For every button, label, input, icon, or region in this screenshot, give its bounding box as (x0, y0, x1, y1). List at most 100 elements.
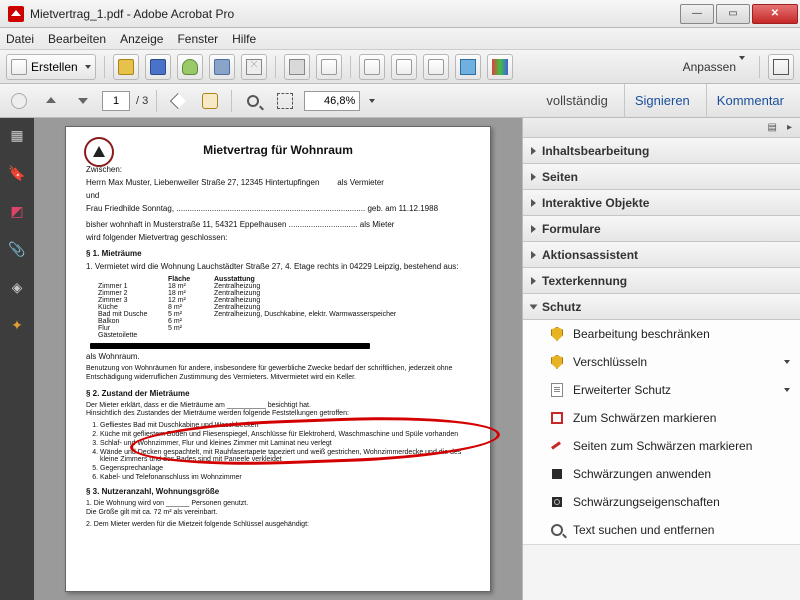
page-count-label: / 3 (136, 95, 148, 107)
edittext-button[interactable] (455, 54, 481, 80)
td: Zimmer 1 (96, 283, 166, 290)
create-button[interactable]: Erstellen (6, 54, 96, 80)
schutz-search-remove[interactable]: Text suchen und entfernen (523, 516, 800, 544)
rotate-icon (11, 93, 27, 109)
email-button[interactable] (241, 54, 267, 80)
menu-datei[interactable]: Datei (6, 32, 34, 46)
menu-bearbeiten[interactable]: Bearbeiten (48, 32, 106, 46)
td (212, 318, 412, 325)
share-button[interactable] (423, 54, 449, 80)
pane-menu-icon[interactable]: ▤ (768, 122, 777, 133)
td: 8 m² (166, 304, 212, 311)
text: Frau Friedhilde Sonntag, (86, 204, 176, 213)
highlight-button[interactable] (487, 54, 513, 80)
list-item: Gefliestes Bad mit Duschkabine und Wasch… (100, 422, 470, 429)
schutz-encrypt[interactable]: Verschlüsseln (523, 348, 800, 376)
rooms-table: Fläche Ausstattung Zimmer 118 m²Zentralh… (96, 276, 470, 339)
print-button[interactable] (209, 54, 235, 80)
text: Der Mieter erklärt, dass er die Mieträum… (86, 402, 470, 420)
td: Gästetoilette (96, 332, 166, 339)
bookmarks-tab[interactable]: 🔖 (6, 162, 28, 184)
sign-panel-button[interactable]: Signieren (624, 84, 700, 118)
separator (759, 56, 760, 78)
menu-fenster[interactable]: Fenster (177, 32, 218, 46)
schutz-apply-redactions[interactable]: Schwärzungen anwenden (523, 460, 800, 488)
save-button[interactable] (145, 54, 171, 80)
open-button[interactable] (113, 54, 139, 80)
separator (104, 56, 105, 78)
tools-dropdown[interactable]: vollständig (536, 84, 617, 118)
th: Ausstattung (212, 276, 412, 283)
select-tool[interactable] (165, 88, 191, 114)
tools-label: vollständig (546, 93, 607, 108)
hand-tool[interactable] (197, 88, 223, 114)
webcapture-button[interactable] (316, 54, 342, 80)
row-label: Schwärzungen anwenden (573, 467, 711, 481)
accordion-formulare[interactable]: Formulare (523, 216, 800, 242)
chevron-right-icon (531, 225, 536, 233)
list-item: Gegensprechanlage (100, 465, 470, 472)
customize-button[interactable]: Anpassen (683, 60, 745, 74)
minimize-button[interactable]: — (680, 4, 714, 24)
signatures-tab[interactable]: ✦ (6, 314, 28, 336)
zoom-out-icon (247, 95, 259, 107)
comment-panel-button[interactable]: Kommentar (706, 84, 794, 118)
text: Herrn Max Muster, Liebenweiler Straße 27… (86, 178, 319, 187)
accordion-aktionsassistent[interactable]: Aktionsassistent (523, 242, 800, 268)
zoom-level-input[interactable] (304, 91, 360, 111)
document-logo (84, 137, 114, 167)
schutz-advanced[interactable]: Erweiterter Schutz (523, 376, 800, 404)
td: Zimmer 2 (96, 290, 166, 297)
first-page-button[interactable] (6, 88, 32, 114)
accordion-texterkennung[interactable]: Texterkennung (523, 268, 800, 294)
arrow-up-icon (43, 93, 59, 109)
text: bisher wohnhaft in Musterstraße 11, 5432… (86, 220, 470, 230)
clipboard-button[interactable] (359, 54, 385, 80)
redact-mark-icon (549, 410, 565, 426)
page-number-input[interactable] (102, 91, 130, 111)
thumbnails-tab[interactable]: ▦ (6, 124, 28, 146)
accordion-seiten[interactable]: Seiten (523, 164, 800, 190)
text: Zwischen: (86, 165, 470, 175)
accordion-schutz[interactable]: Schutz (523, 294, 800, 320)
close-button[interactable]: ✕ (752, 4, 798, 24)
td (212, 332, 412, 339)
chevron-down-icon[interactable] (369, 99, 375, 103)
document-viewport[interactable]: Mietvertrag für Wohnraum Zwischen: Herrn… (34, 118, 522, 600)
row-label: Verschlüsseln (573, 355, 647, 369)
maximize-button[interactable]: ▭ (716, 4, 750, 24)
menubar: Datei Bearbeiten Anzeige Fenster Hilfe (0, 28, 800, 50)
page-up-button[interactable] (38, 88, 64, 114)
zoom-out-button[interactable] (240, 88, 266, 114)
schutz-restrict-editing[interactable]: Bearbeitung beschränken (523, 320, 800, 348)
separator (156, 90, 157, 112)
schutz-redaction-properties[interactable]: Schwärzungseigenschaften (523, 488, 800, 516)
text: als Mieter (360, 220, 395, 229)
accordion-label: Inhaltsbearbeitung (542, 144, 649, 158)
menu-hilfe[interactable]: Hilfe (232, 32, 256, 46)
scan-button[interactable] (284, 54, 310, 80)
attachments-tab[interactable]: ◩ (6, 200, 28, 222)
cloud-button[interactable] (177, 54, 203, 80)
schutz-mark-pages-redact[interactable]: Seiten zum Schwärzen markieren (523, 432, 800, 460)
accordion-interaktive-objekte[interactable]: Interaktive Objekte (523, 190, 800, 216)
combine-button[interactable] (391, 54, 417, 80)
menu-anzeige[interactable]: Anzeige (120, 32, 163, 46)
accordion-inhaltsbearbeitung[interactable]: Inhaltsbearbeitung (523, 138, 800, 164)
page-down-button[interactable] (70, 88, 96, 114)
row-label: Zum Schwärzen markieren (573, 411, 716, 425)
share-icon (428, 59, 444, 75)
print-icon (214, 59, 230, 75)
chevron-right-icon (531, 277, 536, 285)
clips-tab[interactable]: 📎 (6, 238, 28, 260)
pane-collapse-icon[interactable]: ▸ (787, 122, 792, 133)
zoom-marquee-button[interactable] (272, 88, 298, 114)
schutz-mark-redact[interactable]: Zum Schwärzen markieren (523, 404, 800, 432)
fullscreen-button[interactable] (768, 54, 794, 80)
layers-tab[interactable]: ◈ (6, 276, 28, 298)
separator (350, 56, 351, 78)
redacted-text (90, 343, 370, 349)
td: 6 m² (166, 318, 212, 325)
accordion-label: Formulare (542, 222, 601, 236)
redact-pages-icon (549, 438, 565, 454)
